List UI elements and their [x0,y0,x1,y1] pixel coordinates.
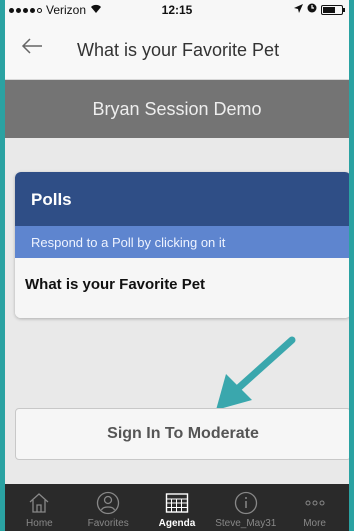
tab-label: Favorites [87,518,129,529]
tab-label: Steve_May31 [215,518,277,529]
more-icon [304,488,326,518]
home-icon [28,488,50,518]
status-icons [294,3,345,16]
info-icon [234,488,258,518]
back-arrow-icon[interactable] [21,36,43,60]
tab-steve-may31[interactable]: Steve_May31 [211,484,280,531]
session-header: Bryan Session Demo [5,80,349,138]
person-icon [96,488,120,518]
sign-in-button[interactable]: Sign In To Moderate [15,408,349,460]
status-bar: Verizon 12:15 [5,0,349,20]
tab-label: Home [26,518,53,529]
tab-label: More [303,518,326,529]
tab-label: Agenda [158,518,196,529]
polls-card: Polls Respond to a Poll by clicking on i… [15,172,349,318]
polls-subheader: Respond to a Poll by clicking on it [15,226,349,258]
tab-agenda[interactable]: Agenda [143,484,212,531]
location-icon [294,3,303,16]
page-title: What is your Favorite Pet [77,40,280,60]
nav-bar: What is your Favorite Pet [5,20,349,80]
poll-item[interactable]: What is your Favorite Pet [15,258,349,318]
polls-header: Polls [15,172,349,226]
battery-icon [321,4,345,15]
tab-more[interactable]: More [280,484,349,531]
session-title: Bryan Session Demo [92,98,262,119]
calendar-icon [165,488,189,518]
alarm-icon [307,3,317,16]
tab-favorites[interactable]: Favorites [74,484,143,531]
tab-home[interactable]: Home [5,484,74,531]
phone-screen: Verizon 12:15 What is your Favorite Pet … [5,0,349,531]
tab-bar: Home Favorites Agenda Steve_May31 More [5,484,349,531]
